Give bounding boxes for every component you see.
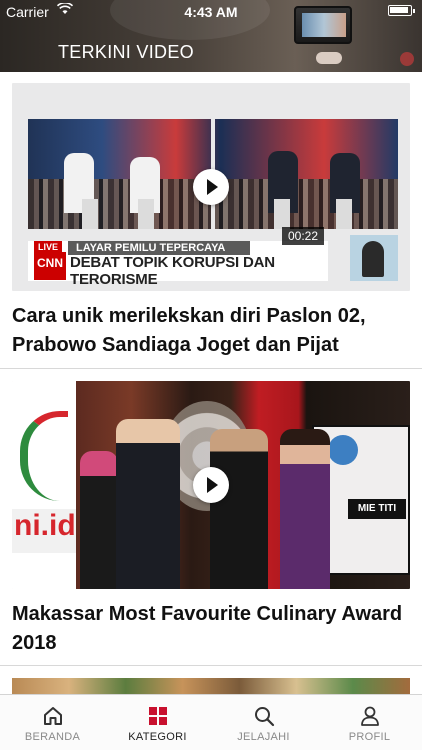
person-figure (80, 451, 118, 589)
video-title[interactable]: Makassar Most Favourite Culinary Award 2… (12, 600, 410, 658)
grid-icon (147, 705, 169, 727)
network-logo: CNN (34, 252, 66, 280)
tab-kategori[interactable]: KATEGORI (105, 695, 210, 750)
clock: 4:43 AM (184, 4, 238, 20)
video-thumbnail[interactable]: ni.id MIE TITI (12, 381, 410, 589)
banner-text: ni.id (12, 509, 76, 553)
search-icon (253, 705, 275, 727)
play-button[interactable] (193, 169, 229, 205)
tab-profil[interactable]: PROFIL (317, 695, 422, 750)
header-background-light (316, 52, 342, 64)
video-duration: 00:22 (281, 227, 324, 245)
tab-beranda[interactable]: BERANDA (0, 695, 105, 750)
screen-label: MIE TITI (348, 499, 406, 519)
divider (0, 665, 422, 666)
podium (274, 199, 290, 229)
person-figure (210, 429, 268, 589)
tab-label: BERANDA (24, 731, 81, 743)
podium (336, 199, 352, 229)
video-thumbnail[interactable]: LIVE LAYAR PEMILU TEPERCAYA CNN DEBAT TO… (12, 83, 410, 291)
divider (0, 368, 422, 369)
video-card[interactable]: ni.id MIE TITI Makassar Most Favourite C… (12, 381, 410, 658)
broadcast-headline: DEBAT TOPIK KORUPSI DAN TERORISME (70, 254, 275, 288)
tab-bar: BERANDA KATEGORI JELAJAHI PROFIL (0, 694, 422, 750)
header-background-light (400, 52, 414, 66)
video-card[interactable]: LIVE LAYAR PEMILU TEPERCAYA CNN DEBAT TO… (12, 83, 410, 360)
status-bar: Carrier 4:43 AM (0, 0, 422, 22)
tab-label: PROFIL (348, 731, 391, 743)
person-figure (116, 419, 180, 589)
play-button[interactable] (193, 467, 229, 503)
person-figure (280, 429, 330, 589)
header: Carrier 4:43 AM TERKINI VIDEO (0, 0, 422, 72)
person-icon (359, 705, 381, 727)
podium (138, 199, 154, 229)
event-banner (12, 381, 76, 589)
tab-label: KATEGORI (128, 731, 187, 743)
page-title: TERKINI VIDEO (58, 42, 194, 62)
award-logo (328, 435, 358, 465)
broadcast-tagline: LAYAR PEMILU TEPERCAYA (68, 241, 250, 255)
video-thumbnail[interactable] (12, 678, 410, 694)
sign-language-inset (350, 235, 398, 281)
tab-jelajahi[interactable]: JELAJAHI (211, 695, 316, 750)
battery-icon (388, 5, 415, 16)
home-icon (42, 705, 64, 727)
video-title[interactable]: Cara unik merilekskan diri Paslon 02, Pr… (12, 302, 410, 360)
podium (82, 199, 98, 229)
tab-label: JELAJAHI (237, 731, 290, 743)
